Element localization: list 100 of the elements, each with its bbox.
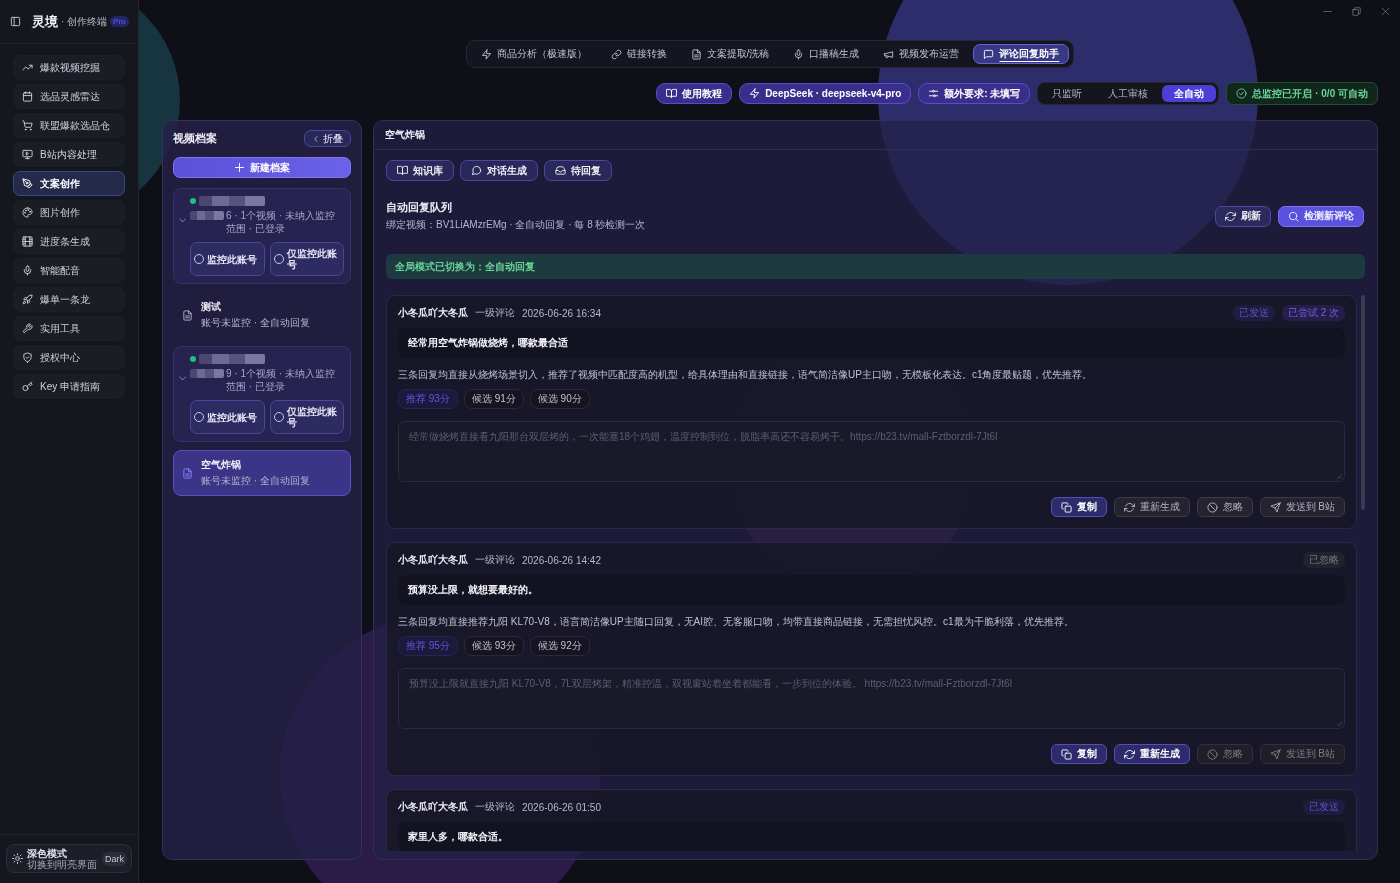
comment-type: 一级评论 [475, 306, 515, 320]
chevron-down-icon[interactable] [178, 216, 187, 225]
chevron-left-icon [312, 134, 320, 143]
mode-option[interactable]: 只监听 [1040, 85, 1095, 102]
refresh-button[interactable]: 刷新 [1215, 205, 1271, 227]
pending-button[interactable]: 待回复 [544, 160, 612, 181]
module-tab[interactable]: 视频发布运营 [873, 44, 970, 64]
nav-item[interactable]: 智能配音 [13, 258, 125, 283]
panel-title: 视频档案 [173, 131, 217, 146]
mode-option[interactable]: 人工审核 [1096, 85, 1161, 102]
score-chip[interactable]: 候选 91分 [463, 389, 524, 409]
send-button[interactable]: 发送到 B站 [1259, 497, 1345, 517]
module-tab[interactable]: 口播稿生成 [783, 44, 870, 64]
monitor-option[interactable]: 监控此账号 [190, 242, 265, 276]
nav-item[interactable]: 选品灵感雷达 [13, 84, 125, 109]
nav-item[interactable]: 实用工具 [13, 316, 125, 341]
blurred-name [190, 369, 224, 378]
status-tag: 已忽略 [1303, 552, 1345, 568]
status-text: 总监控已开启 · 0/0 可自动 [1252, 86, 1368, 101]
analysis-text: 三条回复均直接推荐九阳 KL70-V8，语言简洁像UP主随口回复，无AI腔、无客服口吻，均带直接商品链接，无需担忧风控。c1最为干脆利落，优先推荐。 [398, 615, 1075, 629]
theme-badge: Dark [102, 851, 127, 866]
inbox-icon [555, 165, 566, 176]
copy-button[interactable]: 复制 [1050, 497, 1107, 517]
workspace-title: 空气炸锅 [385, 128, 425, 142]
nav-item[interactable]: 授权中心 [13, 345, 125, 370]
score-chip[interactable]: 候选 93分 [463, 636, 524, 656]
new-archive-button[interactable]: 新建档案 [173, 157, 351, 178]
nav-item[interactable]: 图片创作 [13, 200, 125, 225]
dialogue-button[interactable]: 对话生成 [460, 160, 538, 181]
document-icon [690, 48, 702, 60]
score-chip[interactable]: 候选 90分 [529, 389, 590, 409]
microphone-icon [793, 48, 805, 60]
archive-title: 空气炸锅 [201, 458, 242, 472]
document-icon [182, 467, 193, 479]
ban-icon [1206, 748, 1218, 760]
link-icon [610, 48, 622, 60]
collapse-button[interactable]: 折叠 [304, 130, 351, 147]
refresh-icon [1123, 748, 1135, 760]
copy-icon [1060, 501, 1072, 513]
close-icon[interactable] [1381, 6, 1390, 16]
chevron-down-icon[interactable] [178, 374, 187, 383]
module-tab[interactable]: 文案提取/洗稿 [680, 44, 780, 64]
comment-author: 小冬瓜吖大冬瓜 [398, 306, 468, 320]
nav-item[interactable]: 爆款视频挖掘 [13, 55, 125, 80]
copy-button[interactable]: 复制 [1050, 744, 1107, 764]
detect-comments-button[interactable]: 检测新评论 [1278, 205, 1364, 227]
mode-notice: 全局模式已切换为：全自动回复 [386, 254, 1365, 279]
module-tab[interactable]: 评论回复助手 [973, 44, 1070, 64]
regenerate-button[interactable]: 重新生成 [1113, 497, 1190, 517]
comment-quote: 经常用空气炸锅做烧烤，哪款最合适 [398, 328, 1345, 358]
refresh-icon [1123, 501, 1135, 513]
nav-item[interactable]: 文案创作 [13, 171, 125, 196]
archive-item[interactable]: 测试 账号未监控 · 全自动回复 [173, 292, 351, 338]
sliders-icon [928, 88, 940, 99]
send-icon [1269, 501, 1281, 513]
monitor-option[interactable]: 仅监控此账号 [269, 242, 344, 276]
blurred-name [199, 354, 265, 364]
calendar-icon [22, 91, 33, 102]
sun-icon [12, 853, 23, 864]
app-name: 灵境 [32, 12, 58, 31]
nav-item[interactable]: 爆单一条龙 [13, 287, 125, 312]
archive-subtitle: 账号未监控 · 全自动回复 [201, 316, 310, 330]
nav-item[interactable]: 进度条生成 [13, 229, 125, 254]
status-tag: 已发送 [1232, 305, 1275, 321]
plan-badge: Pro [110, 16, 129, 27]
regenerate-button[interactable]: 重新生成 [1113, 744, 1190, 764]
score-chip[interactable]: 候选 92分 [529, 636, 590, 656]
monitor-option[interactable]: 监控此账号 [190, 400, 265, 434]
restore-icon[interactable] [1352, 6, 1361, 16]
microphone-icon [22, 265, 33, 276]
monitor-icon [22, 149, 33, 160]
comment-author: 小冬瓜吖大冬瓜 [398, 553, 468, 567]
trend-line-icon [22, 62, 33, 73]
ignore-button[interactable]: 忽略 [1196, 497, 1253, 517]
cart-icon [22, 120, 33, 131]
status-tag: 已尝试 2 次 [1281, 305, 1345, 321]
sidebar-toggle-icon[interactable] [10, 16, 21, 27]
queue-subtitle: 绑定视频：BV1LiAMzrEMg · 全自动回复 · 每 8 秒检测一次 [386, 218, 646, 232]
nav-item[interactable]: 联盟爆款选品仓 [13, 113, 125, 138]
mode-option[interactable]: 全自动 [1162, 85, 1217, 102]
model-button[interactable]: DeepSeek · deepseek-v4-pro [739, 83, 912, 104]
extra-requirements-button[interactable]: 额外要求: 未填写 [918, 83, 1031, 104]
tutorial-button[interactable]: 使用教程 [656, 83, 733, 104]
knowledge-base-button[interactable]: 知识库 [386, 160, 454, 181]
rocket-icon [22, 294, 33, 305]
nav-item[interactable]: Key 申请指南 [13, 374, 125, 399]
account-card[interactable]: 6 · 1个视频 · 未纳入监控范围 · 已登录 监控此账号 仅监控此账号 [173, 188, 351, 284]
nav-item[interactable]: B站内容处理 [13, 142, 125, 167]
lightning-icon [480, 48, 492, 60]
comment-quote: 家里人多，哪款合适。 [398, 822, 1345, 851]
account-card[interactable]: 9 · 1个视频 · 未纳入监控范围 · 已登录 监控此账号 仅监控此账号 [173, 346, 351, 442]
monitor-option[interactable]: 仅监控此账号 [269, 400, 344, 434]
module-tab[interactable]: 链接转换 [600, 44, 677, 64]
module-tab[interactable]: 商品分析（极速版） [470, 44, 597, 64]
archive-item[interactable]: 空气炸锅 账号未监控 · 全自动回复 [173, 450, 351, 496]
copy-icon [1060, 748, 1072, 760]
plus-icon [234, 162, 245, 173]
wrench-icon [22, 323, 33, 334]
comment-author: 小冬瓜吖大冬瓜 [398, 800, 468, 814]
book-icon [666, 88, 678, 99]
